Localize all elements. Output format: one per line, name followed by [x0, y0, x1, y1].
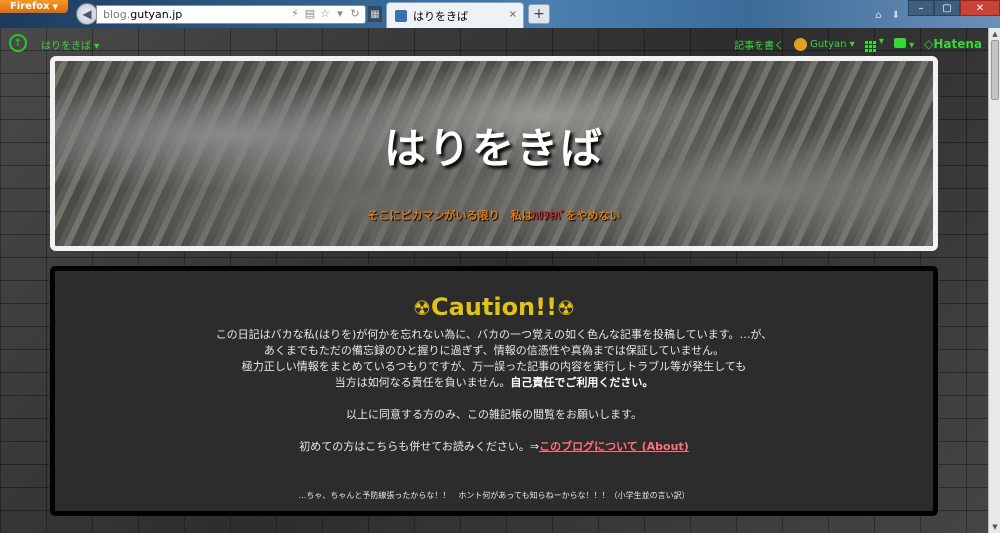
lightning-icon[interactable]: ⚡: [289, 7, 301, 20]
apps-menu[interactable]: ▾: [864, 36, 884, 52]
new-tab-button[interactable]: +: [528, 4, 550, 24]
caution-line-1: この日記はバカな私(はりを)が何かを忘れない為に、バカの一つ覚えの如く色んな記事…: [215, 328, 773, 341]
favicon-icon: [395, 9, 407, 22]
hatena-bar: ↑ はりをきば ▾ 記事を書く Gutyan ▾ ▾ ▾ ◇Hatena: [0, 28, 988, 58]
hatena-mark-icon: ◇: [924, 37, 934, 51]
caution-line-2: あくまでもただの備忘録のひと握りに過ぎず、情報の信憑性や真偽までは保証していませ…: [263, 344, 725, 357]
caution-line-4-normal: 当方は如何なる責任を負いません。: [334, 376, 511, 389]
caution-title-text: Caution!!: [430, 293, 558, 321]
maximize-button[interactable]: ▢: [934, 0, 960, 16]
blog-header: はりをきば そこにピカマンがいる限り 私はﾊﾘｦｷﾊﾞをやめない: [50, 56, 938, 251]
scroll-down-icon[interactable]: ▼: [989, 521, 1000, 533]
caution-line-3: 極力正しい情報をまとめているつもりですが、万一誤った記事の内容を実行しトラブル等…: [241, 360, 747, 373]
hatena-label: Hatena: [933, 37, 982, 51]
firefox-menu-label: Firefox: [9, 1, 50, 12]
blog-title[interactable]: はりをきば: [55, 115, 933, 176]
write-article-link[interactable]: 記事を書く: [734, 37, 784, 52]
radiation-icon: ☢: [557, 296, 575, 320]
caution-box: ☢Caution!!☢ この日記はバカな私(はりを)が何かを忘れない為に、バカの…: [50, 266, 938, 516]
url-prefix: blog.: [103, 8, 131, 21]
blog-name-link[interactable]: はりをきば ▾: [41, 37, 99, 52]
scroll-up-icon[interactable]: ▲: [989, 28, 1000, 40]
url-host: gutyan.jp: [130, 8, 183, 21]
minimize-button[interactable]: –: [908, 0, 934, 16]
agree-notice: 以上に同意する方のみ、この雑記帳の閲覧をお願いします。: [346, 408, 642, 421]
user-name: Gutyan ▾: [810, 38, 855, 50]
tab-title: はりをきば: [413, 9, 468, 23]
home-icon[interactable]: ⌂: [875, 10, 881, 21]
caution-title: ☢Caution!!☢: [55, 293, 933, 321]
browser-chrome: Firefox ▼ ◀ blog. gutyan.jp ⚡ ▤ ☆ ▾ ↻ ▦ はり…: [0, 0, 1000, 28]
about-link[interactable]: このブログについて (About): [539, 440, 689, 453]
first-time-notice: 初めての方はこちらも併せてお読みください。⇒このブログについて (About): [55, 438, 933, 454]
blog-subtitle: そこにピカマンがいる限り 私はﾊﾘｦｷﾊﾞをやめない: [55, 207, 933, 223]
user-menu[interactable]: Gutyan ▾: [794, 37, 855, 51]
vertical-scrollbar[interactable]: ▲ ▼: [988, 28, 1000, 533]
firefox-menu-button[interactable]: Firefox ▼: [0, 0, 68, 13]
caution-line-4: 当方は如何なる責任を負いません。自己責任でご利用ください。: [55, 375, 933, 391]
hatena-logo-icon[interactable]: ↑: [9, 34, 27, 52]
scrollbar-thumb[interactable]: [991, 40, 999, 100]
tab-groups-icon[interactable]: ▦: [368, 6, 382, 22]
back-arrow-icon: ◀: [82, 7, 92, 21]
back-button[interactable]: ◀: [76, 3, 98, 25]
notifications-menu[interactable]: ▾: [893, 37, 914, 51]
download-icon[interactable]: ⬇: [892, 10, 900, 21]
page-viewport: ↑ はりをきば ▾ 記事を書く Gutyan ▾ ▾ ▾ ◇Hatena はりを…: [0, 28, 988, 533]
excuse-note: …ちゃ、ちゃんと予防線張ったからな！！ ホント何があっても知らねーからな！！！（…: [298, 491, 690, 500]
chevron-down-icon: ▼: [52, 2, 59, 11]
tab-harioakiba[interactable]: はりをきば ×: [386, 2, 524, 28]
radiation-icon: ☢: [413, 296, 431, 320]
subtitle-part1: そこにピカマンがいる限り 私は: [367, 209, 533, 222]
caution-line-4-bold: 自己責任でご利用ください。: [510, 376, 654, 389]
page-icon[interactable]: ▤: [304, 7, 316, 20]
close-window-button[interactable]: ✕: [960, 0, 1000, 16]
avatar: [794, 37, 808, 51]
first-time-text: 初めての方はこちらも併せてお読みください。⇒: [299, 440, 540, 453]
close-icon[interactable]: ×: [509, 9, 517, 20]
speech-bubble-icon: [893, 37, 906, 48]
grid-icon: [864, 41, 876, 52]
hatena-home-link[interactable]: ◇Hatena: [924, 37, 982, 51]
url-bar[interactable]: blog. gutyan.jp ⚡ ▤ ☆ ▾ ↻: [96, 5, 366, 24]
reload-icon[interactable]: ↻: [349, 7, 361, 20]
subtitle-part3: をやめない: [565, 209, 621, 222]
subtitle-part2: ﾊﾘｦｷﾊﾞ: [532, 209, 566, 222]
dropdown-icon[interactable]: ▾: [334, 7, 346, 20]
caution-body: この日記はバカな私(はりを)が何かを忘れない為に、バカの一つ覚えの如く色んな記事…: [55, 327, 933, 391]
bookmark-star-icon[interactable]: ☆: [319, 7, 331, 20]
